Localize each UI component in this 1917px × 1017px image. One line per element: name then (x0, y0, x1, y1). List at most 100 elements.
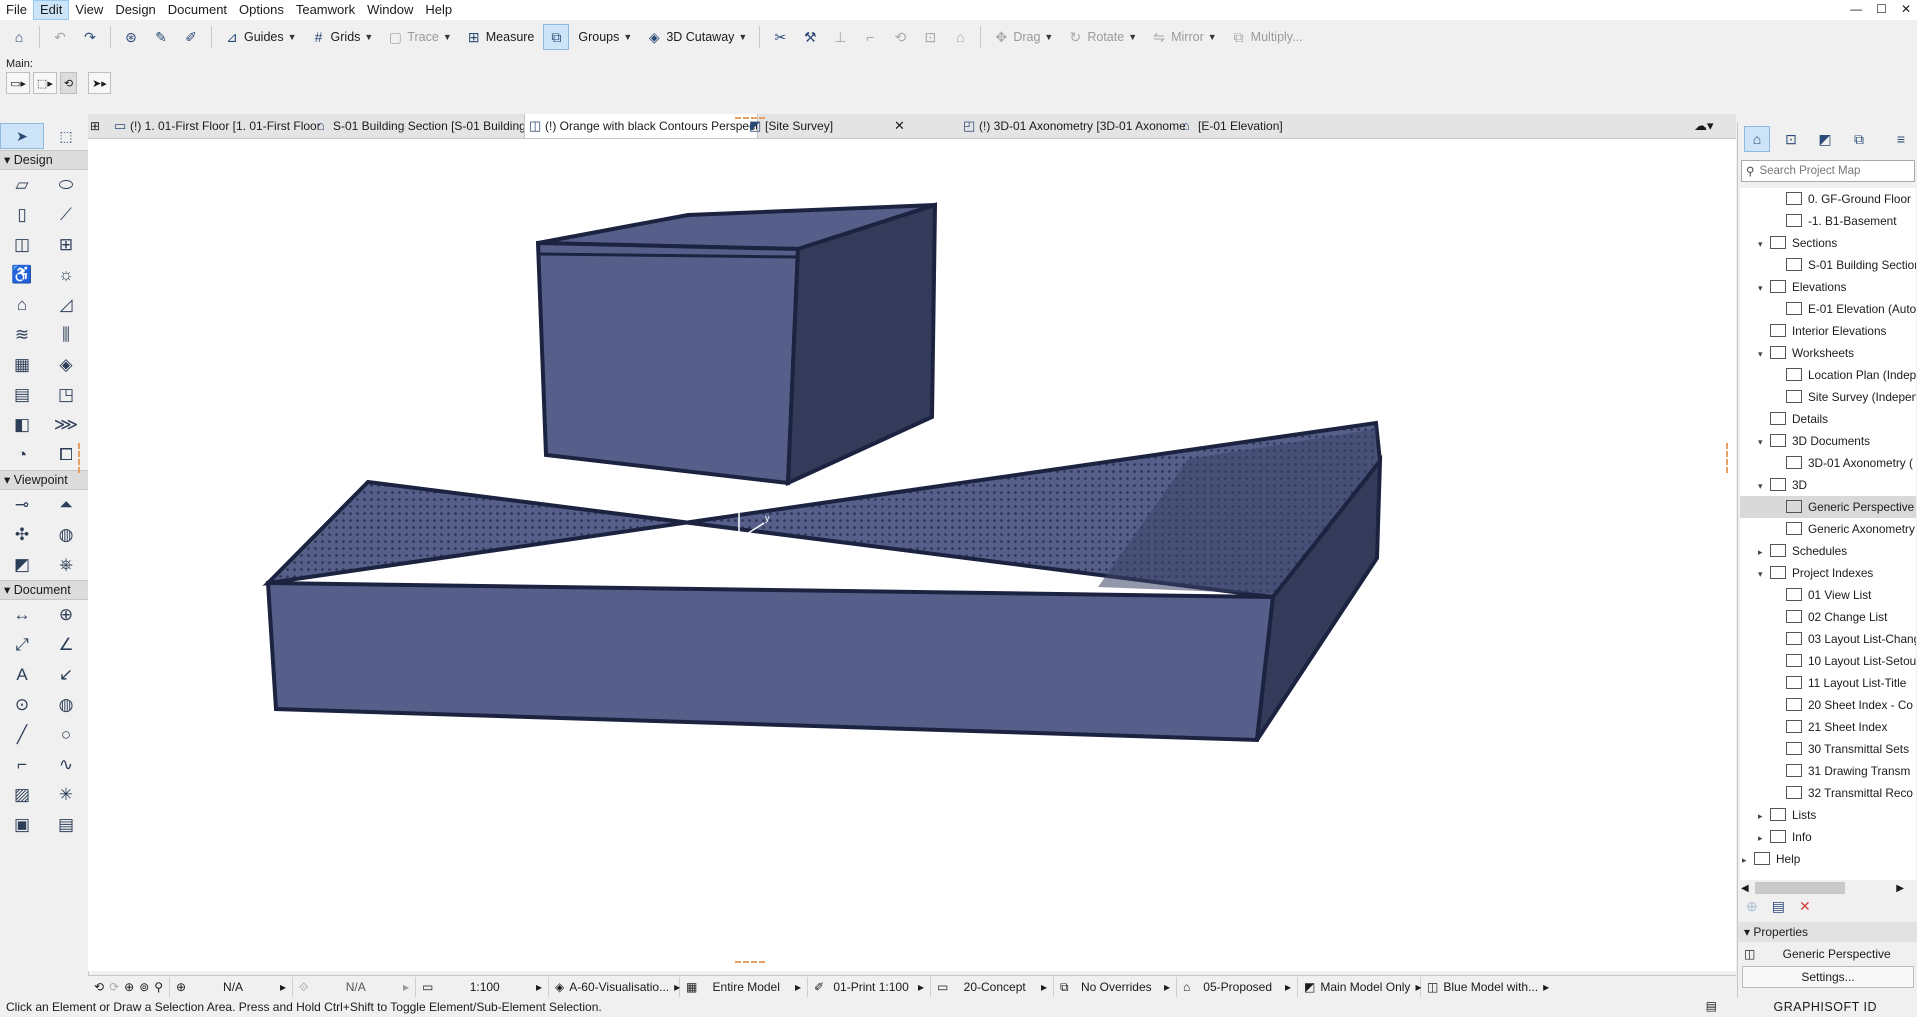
arrow-tool-settings[interactable]: ➤▸ (88, 72, 111, 94)
chevron-down-icon[interactable]: ▾ (1758, 233, 1770, 255)
project-map-item[interactable]: Generic Axonometry (1774, 518, 1915, 540)
project-map-item[interactable]: 0. GF-Ground Floor (1774, 188, 1911, 210)
project-map-item[interactable]: ▾ 3D (1758, 474, 1807, 496)
tab-building-section[interactable]: ⌂ S-01 Building Section [S-01 Building Se… (313, 114, 539, 138)
tab-list-menu[interactable]: ☁▾ (1694, 118, 1714, 134)
design-section-header[interactable]: ▾ Design (0, 150, 88, 170)
detail-tool[interactable]: ◩ (0, 550, 44, 580)
tab-elevation[interactable]: ⌂ [E-01 Elevation] (1178, 114, 1358, 138)
pick-up-button[interactable]: ✎ (148, 24, 174, 50)
project-map-item[interactable]: 30 Transmittal Sets (1774, 738, 1909, 760)
close-window-button[interactable]: ✕ (1901, 2, 1911, 16)
camera-tool[interactable]: ⎈ (44, 550, 88, 580)
curtain-wall-tool[interactable]: ▦ (0, 350, 44, 380)
menu-edit[interactable]: Edit (32, 0, 70, 20)
column-tool[interactable]: ▯ (0, 200, 44, 230)
stair-tool[interactable]: ≋ (0, 320, 44, 350)
tab-perspective[interactable]: ◫ (!) Orange with black Contours Perspect… (524, 114, 758, 138)
walk-icon[interactable]: ⚲ (154, 980, 163, 994)
tab-site-survey[interactable]: ◩ [Site Survey] (745, 114, 965, 138)
elevate-button[interactable]: ⌂ (947, 24, 973, 50)
properties-header[interactable]: ▾ Properties (1738, 922, 1917, 942)
skylight-tool[interactable]: ◧ (0, 410, 44, 440)
scroll-thumb[interactable] (1754, 882, 1845, 894)
elevation-tool[interactable]: ⏶ (44, 490, 88, 520)
publisher-button[interactable]: ⧉ (1846, 126, 1872, 152)
delete-icon[interactable]: ✕ (1799, 898, 1811, 915)
groups-toggle[interactable]: ⧉ (543, 24, 570, 50)
navigator-menu-button[interactable]: ≡ (1888, 126, 1914, 152)
project-map-item[interactable]: 20 Sheet Index - Co (1774, 694, 1913, 716)
selection-method-button[interactable]: ▭▸ (6, 72, 30, 94)
viewpoint-section-header[interactable]: ▾ Viewpoint (0, 470, 88, 490)
layer-combination-field[interactable]: ◈ A-60-Visualisatio... ▸ (549, 977, 680, 997)
shell-tool[interactable]: ◿ (44, 290, 88, 320)
project-map-item[interactable]: ▸ Lists (1758, 804, 1816, 826)
chevron-right-icon[interactable]: ▸ (1758, 805, 1770, 827)
opening-tool[interactable]: ⧠ (44, 440, 88, 470)
grid-element-tool[interactable]: ◍ (44, 690, 88, 720)
fill-tool[interactable]: ▨ (0, 780, 44, 810)
find-select-button[interactable]: ⊛ (118, 24, 144, 50)
angle-dimension-tool[interactable]: ∠ (44, 630, 88, 660)
wall-tool[interactable]: ▱ (0, 170, 44, 200)
arrow-tool[interactable]: ➤ (0, 123, 44, 149)
label-tool[interactable]: ↙ (44, 660, 88, 690)
layout-book-button[interactable]: ◩ (1812, 126, 1838, 152)
project-map-item[interactable]: ▸ Help (1742, 848, 1800, 870)
adjust-button[interactable]: ⚒ (797, 24, 823, 50)
add-view-icon[interactable]: ⊕ (1746, 898, 1758, 915)
graphisoft-id-label[interactable]: GRAPHISOFT ID (1773, 998, 1877, 1017)
minimize-button[interactable]: — (1850, 2, 1862, 16)
project-map-item[interactable]: ▾ Project Indexes (1758, 562, 1873, 584)
project-map-item[interactable]: 31 Drawing Transm (1774, 760, 1910, 782)
corner-window-tool[interactable]: ◔ (0, 440, 44, 470)
menu-options[interactable]: Options (233, 0, 290, 20)
object-tool[interactable]: ♿ (0, 260, 44, 290)
trace-button[interactable]: ▢ Trace ▼ (382, 24, 456, 50)
project-map-item[interactable]: ▸ Schedules (1758, 540, 1847, 562)
fillet-button[interactable]: ⌐ (857, 24, 883, 50)
guides-button[interactable]: ⊿ Guides ▼ (219, 24, 302, 50)
cutaway-button[interactable]: ◈ 3D Cutaway ▼ (641, 24, 752, 50)
scroll-right-icon[interactable]: ▶ (1896, 883, 1904, 894)
redo-zoom-icon[interactable]: ⟳ (109, 980, 119, 994)
model-view-field[interactable]: ▦ Entire Model ▸ (680, 977, 809, 997)
document-section-header[interactable]: ▾ Document (0, 580, 88, 600)
menu-window[interactable]: Window (361, 0, 419, 20)
zoom-field[interactable]: ⊕ N/A ▸ (170, 977, 294, 997)
morph-tool[interactable]: ◈ (44, 350, 88, 380)
marquee-tool[interactable]: ⬚ (44, 128, 88, 144)
menu-teamwork[interactable]: Teamwork (290, 0, 361, 20)
project-map-item[interactable]: Location Plan (Independent) (1774, 364, 1916, 386)
roof-tool[interactable]: ⌂ (0, 290, 44, 320)
project-map-item[interactable]: E-01 Elevation (Auto) (1774, 298, 1916, 320)
redo-button[interactable]: ↷ (77, 24, 103, 50)
renovation-field[interactable]: ⌂ 05-Proposed ▸ (1177, 977, 1299, 997)
project-map-item[interactable]: 32 Transmittal Reco (1774, 782, 1913, 804)
chevron-right-icon[interactable]: ▸ (1758, 541, 1770, 563)
settings-button[interactable]: Settings... (1742, 966, 1914, 988)
home-button[interactable]: ⌂ (6, 24, 32, 50)
drag-button[interactable]: ✥ Drag ▼ (988, 24, 1058, 50)
circle-tool[interactable]: ○ (44, 720, 88, 750)
lamp-tool[interactable]: ☼ (44, 260, 88, 290)
rotation-field[interactable]: ⟐ N/A ▸ (293, 977, 417, 997)
project-map-item[interactable]: 10 Layout List-Setout (1774, 650, 1916, 672)
rotate-button[interactable]: ↻ Rotate ▼ (1062, 24, 1142, 50)
scroll-left-icon[interactable]: ◀ (1741, 883, 1749, 894)
project-map-item[interactable]: ▸ Info (1758, 826, 1812, 848)
interior-elevation-tool[interactable]: ✣ (0, 520, 44, 550)
project-map-item[interactable]: ▾ Sections (1758, 232, 1837, 254)
project-map-item[interactable]: 11 Layout List-Title (1774, 672, 1906, 694)
spline-tool[interactable]: ∿ (44, 750, 88, 780)
chevron-right-icon[interactable]: ▸ (1742, 849, 1754, 871)
offset-button[interactable]: ⟲ (887, 24, 913, 50)
project-map-item[interactable]: ▾ Elevations (1758, 276, 1846, 298)
project-map-button[interactable]: ⌂ (1744, 126, 1770, 152)
undo-zoom-icon[interactable]: ⟲ (94, 980, 104, 994)
viewport-right-handle[interactable] (1726, 443, 1728, 473)
marquee-shape-button[interactable]: ⬚▸ (32, 72, 57, 94)
section-tool[interactable]: ⊸ (0, 490, 44, 520)
drawing-tool[interactable]: ▤ (44, 810, 88, 840)
